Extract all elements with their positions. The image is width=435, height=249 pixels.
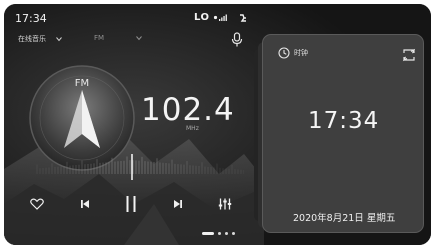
heart-icon — [30, 198, 44, 210]
status-time: 17:34 — [15, 12, 47, 25]
frequency-display: 102.4 — [141, 92, 235, 128]
status-indicators: LO — [194, 12, 248, 23]
signal-icon — [213, 14, 227, 21]
page-dot-active[interactable] — [202, 232, 214, 235]
infotainment-screen: 17:34 LO 在线音乐 FM FM 102.4 MHz 时钟 17:34 2… — [4, 4, 431, 245]
page-indicator — [202, 232, 235, 235]
clock-icon — [278, 47, 290, 59]
seat-heat-icon — [239, 13, 246, 22]
microphone-icon[interactable] — [230, 32, 244, 48]
page-dot[interactable] — [218, 232, 221, 235]
page-dot[interactable] — [225, 232, 228, 235]
band-label: FM — [94, 34, 105, 42]
tuner-scale[interactable] — [34, 154, 244, 180]
dial-label: FM — [74, 78, 90, 89]
clock-widget-label: 时钟 — [294, 49, 308, 57]
pause-icon — [126, 196, 136, 212]
switch-icon[interactable] — [402, 48, 416, 62]
equalizer-button[interactable] — [216, 195, 234, 213]
next-button[interactable] — [169, 195, 187, 213]
source-dropdown[interactable]: 在线音乐 — [18, 34, 62, 44]
skip-previous-icon — [81, 200, 89, 208]
clock-date: 2020年8月21日 星期五 — [293, 213, 396, 224]
chevron-down-icon — [56, 37, 62, 42]
skip-next-icon — [174, 200, 182, 208]
previous-button[interactable] — [76, 195, 94, 213]
tuner-ticks — [36, 156, 244, 174]
clock-time: 17:34 — [308, 108, 380, 134]
favorite-button[interactable] — [28, 195, 46, 213]
play-pause-button[interactable] — [121, 193, 141, 215]
lo-label: LO — [194, 12, 210, 23]
frequency-unit: MHz — [186, 125, 199, 132]
band-dropdown[interactable]: FM — [94, 34, 142, 42]
page-dot[interactable] — [232, 232, 235, 235]
source-label: 在线音乐 — [18, 35, 46, 43]
chevron-down-icon — [136, 36, 142, 41]
equalizer-icon — [218, 198, 232, 210]
